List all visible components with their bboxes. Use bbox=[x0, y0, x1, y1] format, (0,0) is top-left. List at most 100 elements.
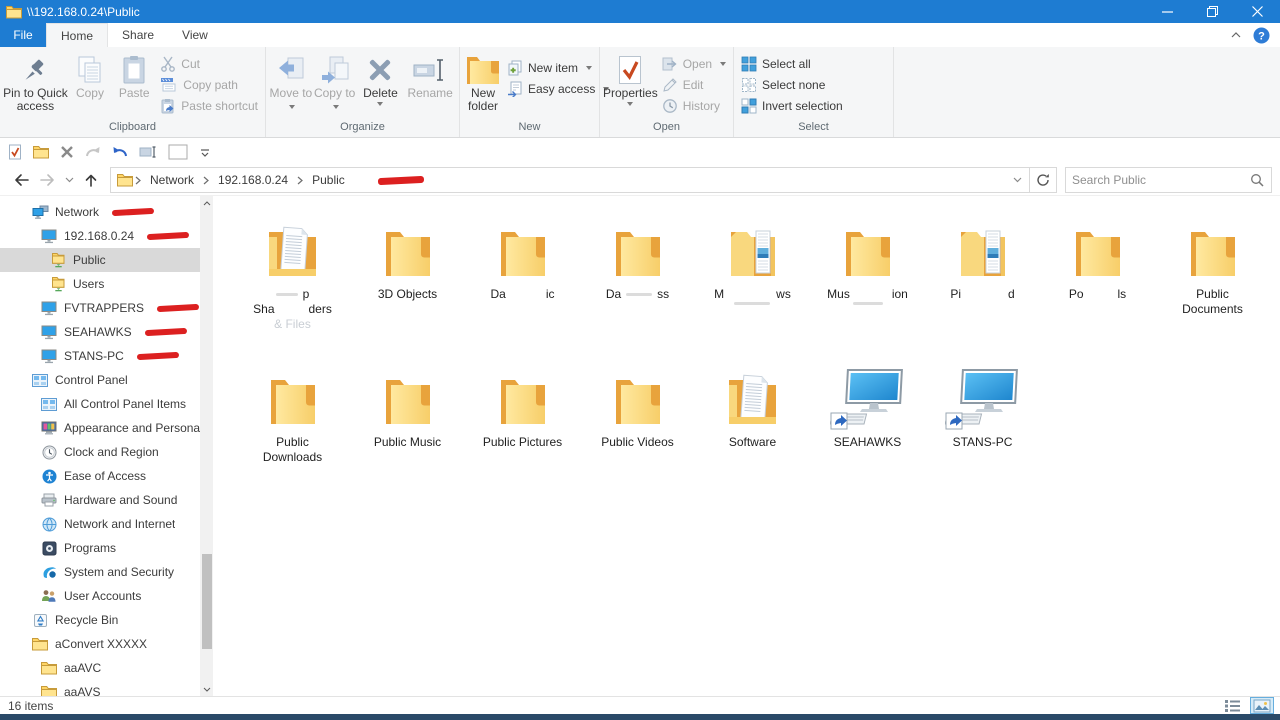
tab-view[interactable]: View bbox=[168, 23, 222, 47]
sidebar-item-user-accounts[interactable]: User Accounts bbox=[0, 584, 200, 608]
sidebar-item-aconvert-xxxxx[interactable]: aConvert XXXXX bbox=[0, 632, 200, 656]
minimize-button[interactable] bbox=[1145, 0, 1190, 23]
navigation-pane: Network 192.168.0.24 Public Users FVTRAPPERS… bbox=[0, 196, 200, 696]
copy-to-button[interactable]: Copy to bbox=[313, 51, 357, 113]
edit-button[interactable]: Edit bbox=[658, 74, 730, 95]
controlpanel-icon bbox=[30, 373, 50, 387]
sidebar-item-192-168-0-24[interactable]: 192.168.0.24 bbox=[0, 224, 200, 248]
sidebar-item-seahawks[interactable]: SEAHAWKS bbox=[0, 320, 200, 344]
refresh-icon[interactable] bbox=[1030, 167, 1057, 193]
file-public-documents[interactable]: Public Documents bbox=[1155, 210, 1270, 358]
thumbnails-view-button[interactable] bbox=[1250, 697, 1274, 714]
breadcrumb-public[interactable]: Public bbox=[305, 173, 352, 187]
address-dropdown-icon[interactable] bbox=[1005, 168, 1029, 192]
file-redacted-da-ss[interactable]: Da ss bbox=[580, 210, 695, 358]
new-item-button[interactable]: New item bbox=[503, 57, 613, 78]
sidebar-item-users[interactable]: Users bbox=[0, 272, 200, 296]
select-none-button[interactable]: Select none bbox=[737, 74, 847, 95]
forward-icon[interactable] bbox=[34, 173, 60, 187]
paste-shortcut-button[interactable]: Paste shortcut bbox=[156, 95, 262, 116]
collapse-ribbon-icon[interactable] bbox=[1231, 32, 1241, 38]
qat-delete-icon[interactable] bbox=[60, 145, 74, 159]
sidebar-item-clock-and-region[interactable]: Clock and Region bbox=[0, 440, 200, 464]
back-icon[interactable] bbox=[8, 173, 34, 187]
properties-button[interactable]: Properties bbox=[603, 51, 658, 106]
sidebar-item-stans-pc[interactable]: STANS-PC bbox=[0, 344, 200, 368]
scroll-up-icon[interactable] bbox=[200, 196, 213, 211]
file-software[interactable]: Software bbox=[695, 358, 810, 506]
sidebar-item-recycle-bin[interactable]: Recycle Bin bbox=[0, 608, 200, 632]
tab-home[interactable]: Home bbox=[46, 23, 109, 47]
sidebar-scrollbar[interactable] bbox=[200, 196, 213, 697]
sidebar-item-fvtrappers[interactable]: FVTRAPPERS bbox=[0, 296, 200, 320]
history-button[interactable]: History bbox=[658, 95, 730, 116]
sidebar-item-appearance-and-personalization[interactable]: Appearance and Personalization bbox=[0, 416, 200, 440]
paste-button[interactable]: Paste bbox=[112, 51, 156, 100]
file-public-downloads[interactable]: Public Downloads bbox=[235, 358, 350, 506]
move-to-button[interactable]: Move to bbox=[269, 51, 313, 113]
cut-button[interactable]: Cut bbox=[156, 53, 262, 74]
sidebar-item-system-and-security[interactable]: System and Security bbox=[0, 560, 200, 584]
scroll-down-icon[interactable] bbox=[200, 682, 213, 697]
file-public-pictures[interactable]: Public Pictures bbox=[465, 358, 580, 506]
sidebar-item-aaavs[interactable]: aaAVS bbox=[0, 680, 200, 696]
delete-button[interactable]: Delete bbox=[357, 51, 405, 106]
new-folder-button[interactable]: New folder bbox=[463, 51, 503, 113]
sidebar-item-public[interactable]: Public bbox=[0, 248, 200, 272]
sidebar-item-all-control-panel-items[interactable]: All Control Panel Items bbox=[0, 392, 200, 416]
sidebar-item-label: Ease of Access bbox=[64, 469, 147, 483]
details-view-button[interactable] bbox=[1220, 697, 1244, 714]
pin-to-quick-access-button[interactable]: Pin to Quick access bbox=[3, 51, 68, 113]
select-all-button[interactable]: Select all bbox=[737, 53, 847, 74]
file-redacted-po-ls[interactable]: Po ls bbox=[1040, 210, 1155, 358]
file-shared-folders[interactable]: p Sha ders & Files bbox=[235, 210, 350, 358]
sidebar-item-ease-of-access[interactable]: Ease of Access bbox=[0, 464, 200, 488]
help-icon[interactable]: ? bbox=[1253, 27, 1270, 44]
restore-button[interactable] bbox=[1190, 0, 1235, 23]
sidebar-item-network[interactable]: Network bbox=[0, 200, 200, 224]
item-count: 16 items bbox=[8, 698, 54, 713]
breadcrumb-network[interactable]: Network bbox=[143, 173, 201, 187]
file-seahawks[interactable]: SEAHAWKS bbox=[810, 358, 925, 506]
file-public-music[interactable]: Public Music bbox=[350, 358, 465, 506]
close-button[interactable] bbox=[1235, 0, 1280, 23]
sidebar-item-aaavc[interactable]: aaAVC bbox=[0, 656, 200, 680]
invert-selection-button[interactable]: Invert selection bbox=[737, 95, 847, 116]
file-redacted-da-ic[interactable]: Da ic bbox=[465, 210, 580, 358]
file-stans-pc[interactable]: STANS-PC bbox=[925, 358, 1040, 506]
up-icon[interactable] bbox=[78, 173, 104, 188]
scrollbar-thumb[interactable] bbox=[201, 554, 212, 649]
qat-properties-icon[interactable] bbox=[8, 144, 22, 160]
copy-button[interactable]: Copy bbox=[68, 51, 112, 100]
computer-icon bbox=[829, 358, 906, 430]
sidebar-item-programs[interactable]: Programs bbox=[0, 536, 200, 560]
monitor-icon bbox=[39, 325, 59, 340]
breadcrumb[interactable]: Network 192.168.0.24 Public bbox=[110, 167, 1030, 193]
qat-undo-icon[interactable] bbox=[112, 145, 128, 158]
file-redacted-pi-d[interactable]: Pi d bbox=[925, 210, 1040, 358]
file-public-videos[interactable]: Public Videos bbox=[580, 358, 695, 506]
qat-new-folder-icon[interactable] bbox=[33, 145, 49, 159]
open-button[interactable]: Open bbox=[658, 53, 730, 74]
rename-button[interactable]: Rename bbox=[404, 51, 456, 100]
qat-rename-icon[interactable] bbox=[139, 145, 157, 159]
file-redacted-m-ws[interactable]: Mws bbox=[695, 210, 810, 358]
search-input[interactable] bbox=[1066, 173, 1243, 187]
breadcrumb-192-168-0-24[interactable]: 192.168.0.24 bbox=[211, 173, 295, 187]
sidebar-item-hardware-and-sound[interactable]: Hardware and Sound bbox=[0, 488, 200, 512]
ribbon: Pin to Quick access Copy Paste Cut Copy … bbox=[0, 47, 1280, 138]
tab-share[interactable]: Share bbox=[108, 23, 168, 47]
qat-redo-icon[interactable] bbox=[85, 145, 101, 158]
sidebar-item-control-panel[interactable]: Control Panel bbox=[0, 368, 200, 392]
easy-access-button[interactable]: Easy access bbox=[503, 78, 613, 99]
new-item-icon bbox=[507, 60, 523, 76]
qat-customize-icon[interactable] bbox=[199, 146, 211, 158]
file-redacted-mus-ion[interactable]: Mus ion bbox=[810, 210, 925, 358]
tab-file[interactable]: File bbox=[0, 23, 46, 47]
qat-blank-icon[interactable] bbox=[168, 144, 188, 160]
copy-path-button[interactable]: Copy path bbox=[156, 74, 262, 95]
file-3d-objects[interactable]: 3D Objects bbox=[350, 210, 465, 358]
sidebar-item-network-and-internet[interactable]: Network and Internet bbox=[0, 512, 200, 536]
copy-to-icon bbox=[321, 52, 349, 87]
recent-locations-icon[interactable] bbox=[60, 177, 78, 183]
